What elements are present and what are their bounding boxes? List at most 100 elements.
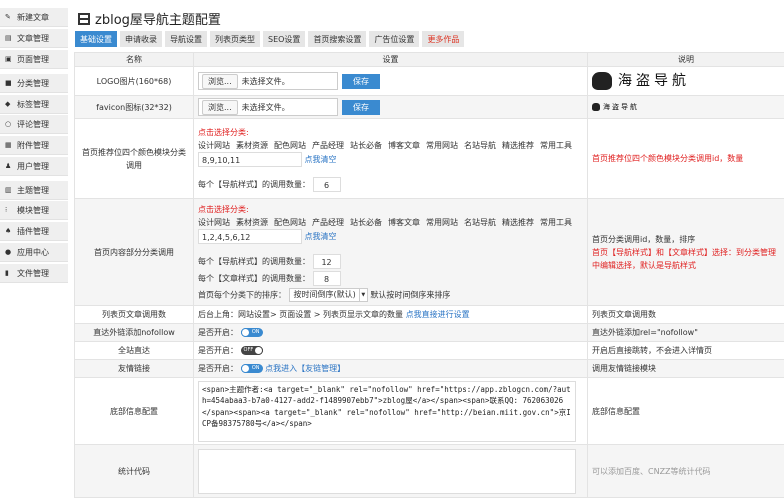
sidebar-item[interactable]: ♟ 用户管理: [0, 157, 68, 176]
sidebar-item[interactable]: ♠ 插件管理: [0, 222, 68, 241]
row-logo: LOGO图片(160*68) 浏览... 未选择文件。 保存 海盗导航: [74, 66, 784, 96]
row-desc: 首页分类调用id，数量，排序: [592, 234, 696, 244]
tab-ads[interactable]: 广告位设置: [369, 31, 420, 47]
sidebar-item[interactable]: ✎ 新建文章: [0, 8, 68, 27]
sidebar-item-label: 新建文章: [17, 12, 49, 22]
category-option[interactable]: 产品经理: [312, 141, 344, 150]
tab-nav[interactable]: 导航设置: [165, 31, 207, 47]
settings-link[interactable]: 点我直接进行设置: [406, 310, 470, 319]
category-option[interactable]: 站长必备: [350, 218, 382, 227]
category-option[interactable]: 精选推荐: [502, 141, 534, 150]
user-icon: ♟: [5, 162, 12, 170]
row-recommend: 首页推荐位四个颜色模块分类调用 点击选择分类: 设计网站 素材资源 配色网站 产品经理…: [74, 118, 784, 199]
row-name: 全站直达: [74, 341, 194, 360]
sidebar-item[interactable]: ○ 评论管理: [0, 115, 68, 134]
save-favicon-button[interactable]: 保存: [342, 99, 380, 115]
list-text: 后台上角：网站设置> 页面设置 > 列表页显示文章的数量: [198, 310, 404, 319]
category-option[interactable]: 站长必备: [350, 141, 382, 150]
row-list: 列表页文章调用数 后台上角：网站设置> 页面设置 > 列表页显示文章的数量 点我…: [74, 305, 784, 324]
sidebar-item[interactable]: ◆ 标签管理: [0, 95, 68, 114]
category-option[interactable]: 常用工具: [540, 218, 572, 227]
file-status: 未选择文件。: [241, 102, 290, 112]
category-option[interactable]: 设计网站: [198, 218, 230, 227]
category-option[interactable]: 名站导航: [464, 141, 496, 150]
category-option[interactable]: 博客文章: [388, 218, 420, 227]
category-option[interactable]: 常用网站: [426, 141, 458, 150]
nofollow-toggle[interactable]: ON: [240, 328, 263, 337]
row-stats: 统计代码 可以添加百度、CNZZ等统计代码: [74, 444, 784, 498]
toggle-label: 是否开启：: [198, 346, 238, 355]
sidebar-item[interactable]: ⁝ 模块管理: [0, 201, 68, 220]
sidebar-item[interactable]: ▦ 附件管理: [0, 136, 68, 155]
clear-link[interactable]: 点我清空: [305, 155, 337, 164]
sort-label: 首页每个分类下的排序：: [198, 290, 286, 299]
category-option[interactable]: 博客文章: [388, 141, 420, 150]
links-manage-link[interactable]: 点我进入【友链管理】: [265, 364, 345, 373]
row-desc: 首页推荐位四个颜色模块分类调用id，数量: [587, 118, 784, 199]
save-logo-button[interactable]: 保存: [342, 73, 380, 89]
sidebar-item[interactable]: ▣ 页面管理: [0, 50, 68, 69]
category-option[interactable]: 配色网站: [274, 218, 306, 227]
logo-preview: 海盗导航: [592, 72, 780, 90]
chevron-down-icon: ▼: [358, 288, 367, 301]
favicon-file-input[interactable]: 浏览... 未选择文件。: [198, 98, 338, 116]
clear-link[interactable]: 点我清空: [305, 232, 337, 241]
sidebar-item[interactable]: ▤ 文章管理: [0, 29, 68, 48]
content-ids-input[interactable]: 1,2,4,5,6,12: [198, 228, 302, 244]
row-footer: 底部信息配置 <span>主题作者:<a target="_blank" rel…: [74, 377, 784, 445]
category-option[interactable]: 素材资源: [236, 141, 268, 150]
category-option[interactable]: 精选推荐: [502, 218, 534, 227]
row-links: 友情链接 是否开启： ON 点我进入【友链管理】 调用友情链接模块: [74, 359, 784, 378]
file-icon: ▮: [5, 269, 9, 277]
category-option[interactable]: 常用工具: [540, 141, 572, 150]
sidebar-item-label: 分类管理: [17, 78, 49, 88]
category-option[interactable]: 产品经理: [312, 218, 344, 227]
browse-button[interactable]: 浏览...: [202, 73, 238, 89]
sidebar-item[interactable]: ▥ 主题管理: [0, 181, 68, 200]
sidebar-item-label: 页面管理: [17, 54, 49, 64]
col-desc: 说明: [587, 52, 784, 67]
art-count-input[interactable]: 8: [312, 270, 341, 286]
nav-count-input[interactable]: 12: [312, 253, 341, 269]
category-option[interactable]: 设计网站: [198, 141, 230, 150]
category-option[interactable]: 常用网站: [426, 218, 458, 227]
row-name: favicon图标(32*32): [74, 95, 194, 119]
art-count-label: 每个【文章样式】的调用数量：: [198, 273, 310, 283]
tab-more[interactable]: 更多作品: [422, 31, 465, 47]
sort-select[interactable]: 按时间倒序(默认) ▼: [288, 287, 368, 302]
settings-table: 名称 设置 说明 LOGO图片(160*68) 浏览... 未选择文件。 保存 海盗导航…: [74, 52, 784, 498]
stats-textarea[interactable]: [198, 448, 576, 494]
sort-hint: 默认按时间倒序来排序: [370, 290, 451, 299]
tab-seo[interactable]: SEO设置: [263, 31, 306, 47]
category-option[interactable]: 配色网站: [274, 141, 306, 150]
sidebar-item[interactable]: ● 应用中心: [0, 243, 68, 262]
nav-count-input[interactable]: 6: [312, 176, 341, 192]
recommend-ids-input[interactable]: 8,9,10,11: [198, 151, 302, 167]
tab-basic[interactable]: 基础设置: [75, 31, 117, 47]
links-toggle[interactable]: ON: [240, 364, 263, 373]
row-name: 首页推荐位四个颜色模块分类调用: [74, 118, 194, 199]
sidebar-item[interactable]: ■ 分类管理: [0, 74, 68, 93]
tab-apply[interactable]: 申请收录: [120, 31, 162, 47]
comment-icon: ○: [5, 120, 12, 128]
page-icon: ▣: [5, 55, 12, 63]
row-name: 友情链接: [74, 359, 194, 378]
pirate-skull-icon: [592, 103, 600, 111]
tab-list-type[interactable]: 列表页类型: [210, 31, 260, 47]
page-title-text: zblog屋导航主题配置: [95, 13, 221, 28]
logo-file-input[interactable]: 浏览... 未选择文件。: [198, 72, 338, 90]
nav-count-label: 每个【导航样式】的调用数量：: [198, 256, 310, 266]
sidebar-item[interactable]: ▮ 文件管理: [0, 264, 68, 283]
sort-value: 按时间倒序(默认): [293, 290, 356, 299]
category-option[interactable]: 素材资源: [236, 218, 268, 227]
toggle-label: 是否开启：: [198, 364, 238, 373]
row-allsite: 全站直达 是否开启： OFF 开启后直接跳转，不会进入详情页: [74, 341, 784, 360]
tab-search[interactable]: 首页搜索设置: [308, 31, 367, 47]
footer-textarea[interactable]: <span>主题作者:<a target="_blank" rel="nofol…: [198, 380, 576, 442]
allsite-toggle[interactable]: OFF: [240, 346, 263, 355]
pirate-skull-icon: [592, 72, 612, 90]
browse-button[interactable]: 浏览...: [202, 99, 238, 115]
article-icon: ▤: [5, 34, 12, 42]
category-option[interactable]: 名站导航: [464, 218, 496, 227]
count-label: 每个【导航样式】的调用数量：: [198, 179, 310, 189]
